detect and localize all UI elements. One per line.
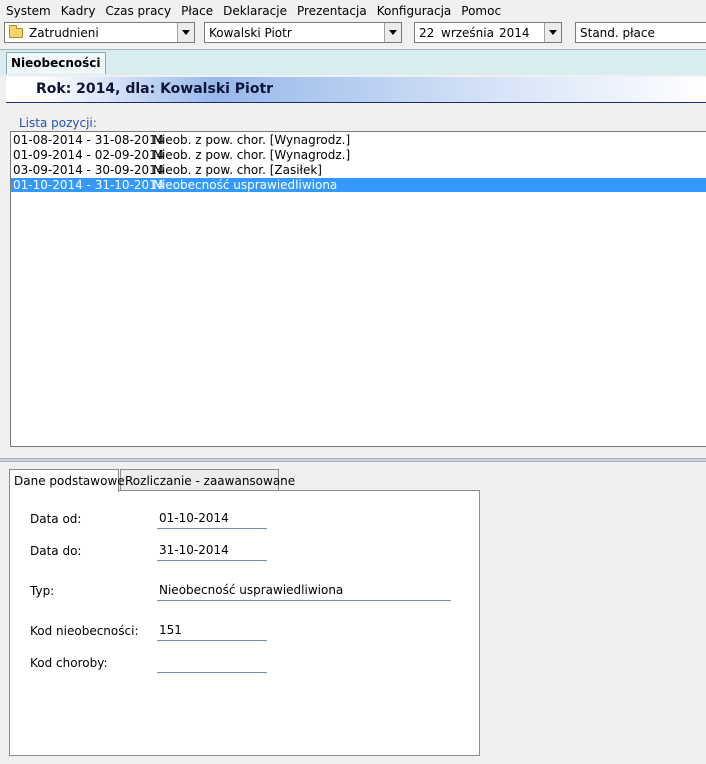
employee-combo-dropdown-button[interactable] (384, 23, 401, 42)
payroll-field-value: Stand. płace (580, 25, 655, 40)
date-picker[interactable]: 22 września 2014 (414, 22, 562, 43)
menu-system[interactable]: System (0, 0, 56, 22)
folder-combo[interactable]: Zatrudnieni (4, 22, 195, 43)
tab-dane-podstawowe[interactable]: Dane podstawowe (9, 469, 125, 492)
tab-rozliczanie-zaawansowane[interactable]: Rozliczanie - zaawansowane (120, 469, 295, 491)
chevron-down-icon (182, 30, 190, 35)
page-title: Rok: 2014, dla: Kowalski Piotr (36, 81, 274, 97)
list-item-dates: 01-09-2014 - 02-09-2014 (13, 148, 165, 162)
date-year[interactable]: 2014 (495, 26, 544, 40)
menu-pomoc[interactable]: Pomoc (456, 0, 506, 22)
menu-place[interactable]: Płace (176, 0, 218, 22)
menu-czas-pracy[interactable]: Czas pracy (100, 0, 176, 22)
date-day[interactable]: 22 (415, 26, 437, 40)
list-item-description: Nieobecność usprawiedliwiona (153, 178, 338, 192)
payroll-field[interactable]: Stand. płace (575, 22, 706, 43)
list-item-dates: 01-08-2014 - 31-08-2014 (13, 133, 165, 147)
list-item[interactable]: 03-09-2014 - 30-09-2014 Nieob. z pow. ch… (11, 163, 706, 177)
list-item-dates: 01-10-2014 - 31-10-2014 (13, 178, 165, 192)
tab-nieobecnosci[interactable]: Nieobecności (6, 52, 106, 74)
absence-list[interactable]: 01-08-2014 - 31-08-2014 Nieob. z pow. ch… (10, 131, 706, 447)
menu-konfiguracja[interactable]: Konfiguracja (372, 0, 457, 22)
date-picker-dropdown-button[interactable] (544, 23, 561, 42)
chevron-down-icon (389, 30, 397, 35)
list-item-description: Nieob. z pow. chor. [Zasiłek] (153, 163, 322, 177)
data-od-field[interactable]: 01-10-2014 (157, 509, 267, 529)
employee-combo[interactable]: Kowalski Piotr (204, 22, 402, 43)
data-do-field[interactable]: 31-10-2014 (157, 541, 267, 561)
typ-field[interactable]: Nieobecność usprawiedliwiona (157, 581, 451, 601)
folder-combo-value: Zatrudnieni (29, 25, 99, 40)
header-band: Rok: 2014, dla: Kowalski Piotr (6, 77, 706, 103)
folder-combo-dropdown-button[interactable] (177, 23, 194, 42)
menu-prezentacja[interactable]: Prezentacja (292, 0, 372, 22)
main-tab-strip: Nieobecności (0, 49, 706, 75)
menu-kadry[interactable]: Kadry (56, 0, 101, 22)
toolbar: Zatrudnieni Kowalski Piotr 22 września 2… (0, 22, 706, 44)
chevron-down-icon (549, 30, 557, 35)
list-label: Lista pozycji: (19, 116, 97, 130)
list-item-selected[interactable]: 01-10-2014 - 31-10-2014 Nieobecność uspr… (11, 178, 706, 192)
menu-bar: System Kadry Czas pracy Płace Deklaracje… (0, 0, 706, 22)
folder-icon (9, 24, 23, 38)
list-item-dates: 03-09-2014 - 30-09-2014 (13, 163, 165, 177)
typ-label: Typ: (30, 584, 55, 598)
employee-combo-value: Kowalski Piotr (209, 25, 292, 40)
kod-nieobecnosci-field[interactable]: 151 (157, 621, 267, 641)
data-od-label: Data od: (30, 512, 82, 526)
detail-panel: Data od: 01-10-2014 Data do: 31-10-2014 … (9, 490, 480, 756)
kod-nieobecnosci-label: Kod nieobecności: (30, 624, 139, 638)
kod-choroby-label: Kod choroby: (30, 656, 108, 670)
data-do-label: Data do: (30, 544, 82, 558)
list-item-description: Nieob. z pow. chor. [Wynagrodz.] (153, 148, 351, 162)
list-item[interactable]: 01-08-2014 - 31-08-2014 Nieob. z pow. ch… (11, 133, 706, 147)
splitter-handle[interactable] (0, 458, 706, 462)
menu-deklaracje[interactable]: Deklaracje (218, 0, 292, 22)
list-item-description: Nieob. z pow. chor. [Wynagrodz.] (153, 133, 351, 147)
date-month[interactable]: września (437, 26, 495, 40)
kod-choroby-field[interactable] (157, 653, 267, 673)
list-item[interactable]: 01-09-2014 - 02-09-2014 Nieob. z pow. ch… (11, 148, 706, 162)
